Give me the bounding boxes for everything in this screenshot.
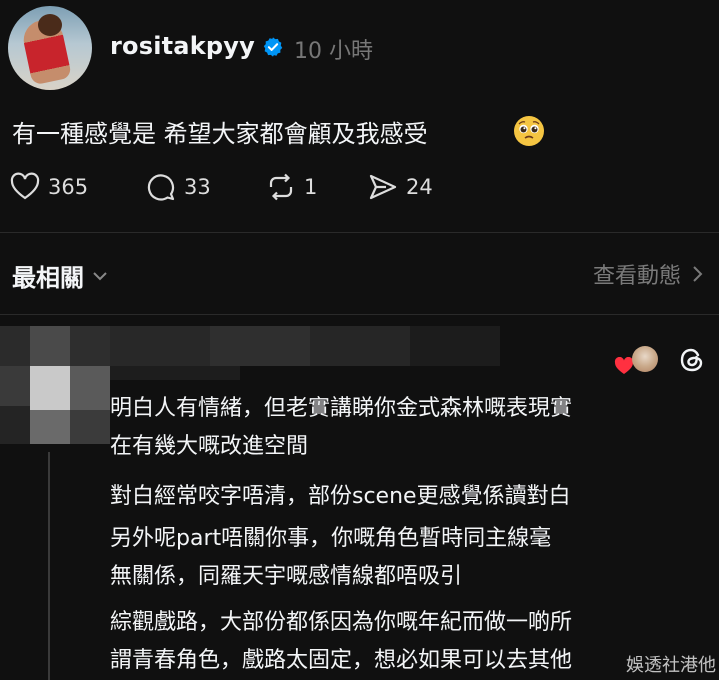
liked-by-author-heart-icon bbox=[614, 357, 634, 374]
heart-icon bbox=[10, 172, 40, 200]
post-text: 有一種感覺是 希望大家都會顧及我感受 bbox=[12, 120, 428, 148]
reply-line: 對白經常咬字唔清，部份scene更感覺係讀對白 bbox=[110, 484, 571, 509]
reply-line: 另外呢part唔關你事，你嘅角色暫時同主線毫 bbox=[110, 526, 552, 551]
reply-line: 謂青春角色，戲路太固定，想必如果可以去其他 bbox=[110, 648, 573, 673]
watermark: 娛透社港他 bbox=[626, 655, 716, 676]
sort-dropdown[interactable]: 最相關 bbox=[12, 258, 110, 293]
reply-line: 無關係，同羅天宇嘅感情線都唔吸引 bbox=[110, 564, 463, 589]
avatar-hair bbox=[38, 14, 62, 36]
comment-count: 33 bbox=[184, 175, 211, 199]
activity-label: 查看動態 bbox=[592, 264, 681, 289]
post-time: 10 小時 bbox=[294, 39, 373, 64]
reply-line: 綜觀戲路，大部份都係因為你嘅年紀而做一啲所 bbox=[110, 610, 573, 635]
reply-line: 明白人有情緒，但老實講睇你金式森林嘅表現實 bbox=[110, 396, 573, 421]
send-icon bbox=[369, 174, 397, 200]
repost-count: 1 bbox=[304, 175, 318, 199]
chevron-right-icon bbox=[693, 266, 703, 282]
divider bbox=[0, 232, 719, 233]
reply-line: 在有幾大嘅改進空間 bbox=[110, 434, 309, 459]
comment-icon bbox=[147, 174, 175, 201]
author-mini-avatar bbox=[632, 346, 658, 372]
chevron-down-icon bbox=[93, 271, 107, 280]
divider bbox=[0, 314, 719, 315]
threads-logo-icon[interactable] bbox=[678, 346, 706, 374]
like-count: 365 bbox=[48, 175, 89, 199]
sort-label: 最相關 bbox=[12, 264, 84, 292]
view-activity-link[interactable]: 查看動態 bbox=[593, 258, 705, 290]
profile-avatar[interactable] bbox=[8, 6, 92, 90]
like-button[interactable]: 365 bbox=[10, 172, 88, 202]
pleading-face-emoji-icon bbox=[514, 116, 544, 146]
verified-badge-icon bbox=[263, 37, 283, 57]
share-button[interactable]: 24 bbox=[368, 172, 433, 202]
thread-line bbox=[48, 452, 50, 680]
share-count: 24 bbox=[406, 175, 433, 199]
comment-button[interactable]: 33 bbox=[146, 172, 211, 202]
username[interactable]: rositakpyy bbox=[110, 32, 255, 60]
repost-icon bbox=[269, 173, 293, 201]
repost-button[interactable]: 1 bbox=[266, 172, 317, 202]
